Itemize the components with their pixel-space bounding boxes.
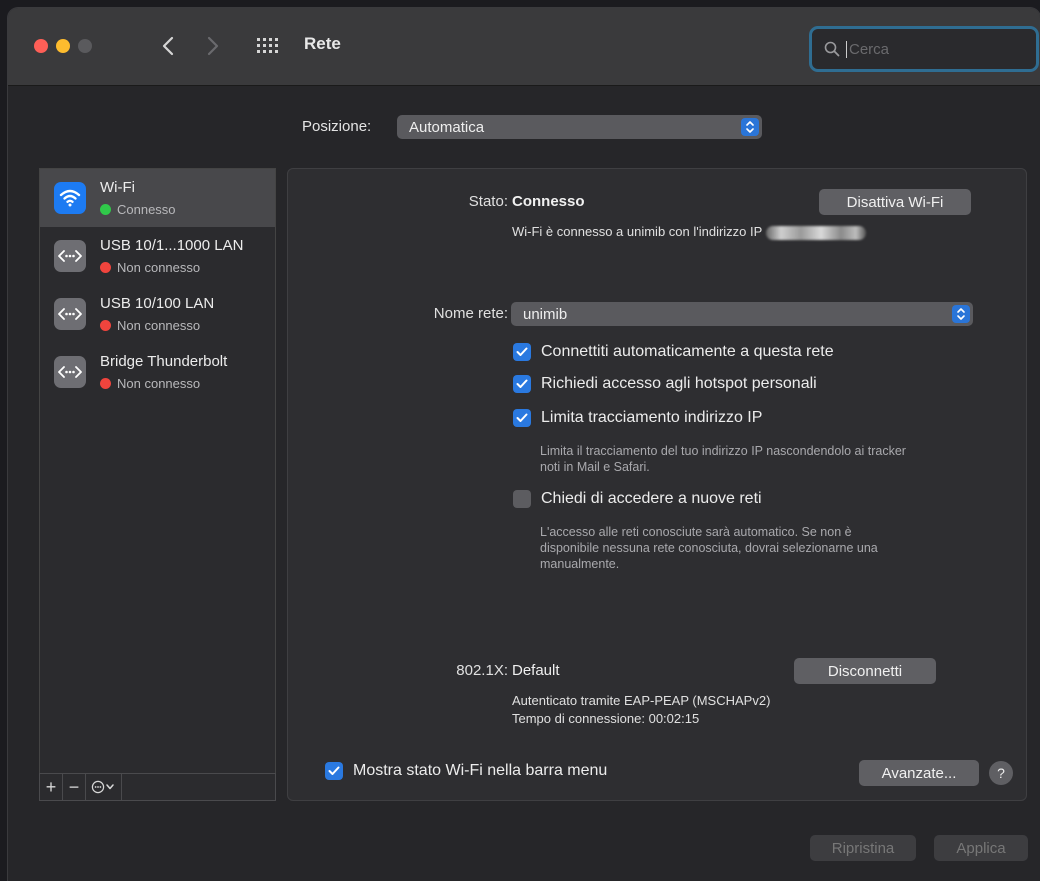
apply-button[interactable]: Applica <box>934 835 1028 861</box>
remove-service-button[interactable]: − <box>63 774 86 800</box>
dot1x-value: Default <box>512 662 560 679</box>
network-name-popup[interactable]: unimib <box>511 302 973 326</box>
preferences-window: Rete Posizione: Automatica Wi-Fi Conness… <box>8 8 1040 881</box>
network-name-value: unimib <box>523 305 568 323</box>
checkbox-unchecked <box>513 490 531 508</box>
show-wifi-menu-checkbox[interactable]: Mostra stato Wi-Fi nella barra menu <box>325 762 607 780</box>
add-service-button[interactable]: + <box>40 774 63 800</box>
status-description: Wi-Fi è connesso a unimib con l'indirizz… <box>512 224 867 240</box>
service-item-thunderbolt-bridge[interactable]: Bridge Thunderbolt Non connesso <box>40 343 275 401</box>
service-status: Non connesso <box>100 318 200 333</box>
chevron-right-icon <box>207 36 219 56</box>
location-value: Automatica <box>409 118 485 136</box>
action-menu-button[interactable] <box>86 774 122 800</box>
location-popup[interactable]: Automatica <box>397 115 762 139</box>
service-list-toolbar: + − <box>39 773 276 801</box>
connection-time: Tempo di connessione: 00:02:15 <box>512 711 700 726</box>
back-button[interactable] <box>153 28 183 64</box>
service-item-usb-100-lan[interactable]: USB 10/100 LAN Non connesso <box>40 285 275 343</box>
ethernet-icon <box>54 298 86 330</box>
service-list[interactable]: Wi-Fi Connesso USB 10/1...1000 LAN Non c… <box>39 168 276 801</box>
limit-ip-tracking-checkbox[interactable]: Limita tracciamento indirizzo IP <box>513 409 762 427</box>
popup-arrows-icon <box>741 118 759 136</box>
checkmark-icon <box>513 409 531 427</box>
search-input[interactable] <box>846 40 1006 58</box>
service-name: USB 10/1...1000 LAN <box>100 237 244 254</box>
status-value: Connesso <box>512 193 585 210</box>
close-window-button[interactable] <box>34 39 48 53</box>
service-item-wifi[interactable]: Wi-Fi Connesso <box>40 169 275 227</box>
search-field[interactable] <box>809 26 1039 72</box>
status-dot-red <box>100 262 111 273</box>
ethernet-icon <box>54 240 86 272</box>
location-label: Posizione: <box>302 118 372 135</box>
checkmark-icon <box>513 375 531 393</box>
service-name: Bridge Thunderbolt <box>100 353 228 370</box>
help-button[interactable]: ? <box>989 761 1013 785</box>
checkmark-icon <box>325 762 343 780</box>
service-status: Non connesso <box>100 376 200 391</box>
popup-arrows-icon <box>952 305 970 323</box>
ethernet-icon <box>54 356 86 388</box>
personal-hotspot-checkbox[interactable]: Richiedi accesso agli hotspot personali <box>513 375 817 393</box>
disconnect-button[interactable]: Disconnetti <box>794 658 936 684</box>
service-name: Wi-Fi <box>100 179 135 196</box>
network-name-label: Nome rete: <box>433 305 508 322</box>
advanced-button[interactable]: Avanzate... <box>859 760 979 786</box>
service-status: Connesso <box>100 202 176 217</box>
service-item-usb-gigabit-lan[interactable]: USB 10/1...1000 LAN Non connesso <box>40 227 275 285</box>
wifi-icon <box>54 182 86 214</box>
auth-method: Autenticato tramite EAP-PEAP (MSCHAPv2) <box>512 693 771 708</box>
checkmark-icon <box>513 343 531 361</box>
revert-button[interactable]: Ripristina <box>810 835 916 861</box>
show-all-grid-icon[interactable] <box>256 36 278 56</box>
minimize-window-button[interactable] <box>56 39 70 53</box>
ellipsis-circle-icon <box>91 780 114 794</box>
forward-button[interactable] <box>198 28 228 64</box>
service-status: Non connesso <box>100 260 200 275</box>
ip-tracking-note: Limita il tracciamento del tuo indirizzo… <box>540 444 906 474</box>
title-bar: Rete <box>8 8 1040 86</box>
status-dot-red <box>100 320 111 331</box>
status-label: Stato: <box>468 193 508 210</box>
status-dot-green <box>100 204 111 215</box>
dot1x-label: 802.1X: <box>456 662 508 679</box>
chevron-left-icon <box>162 36 174 56</box>
auto-join-checkbox[interactable]: Connettiti automaticamente a questa rete <box>513 343 834 361</box>
zoom-window-button[interactable] <box>78 39 92 53</box>
ask-join-note: L'accesso alle reti conosciute sarà auto… <box>540 525 878 571</box>
redacted-ip-address <box>766 225 867 240</box>
wifi-detail-panel: Stato: Connesso Disattiva Wi-Fi Wi-Fi è … <box>287 168 1027 801</box>
window-title: Rete <box>304 34 341 53</box>
search-icon <box>824 41 840 57</box>
status-dot-red <box>100 378 111 389</box>
disable-wifi-button[interactable]: Disattiva Wi-Fi <box>819 189 971 215</box>
ask-join-networks-checkbox[interactable]: Chiedi di accedere a nuove reti <box>513 490 762 508</box>
service-name: USB 10/100 LAN <box>100 295 215 312</box>
